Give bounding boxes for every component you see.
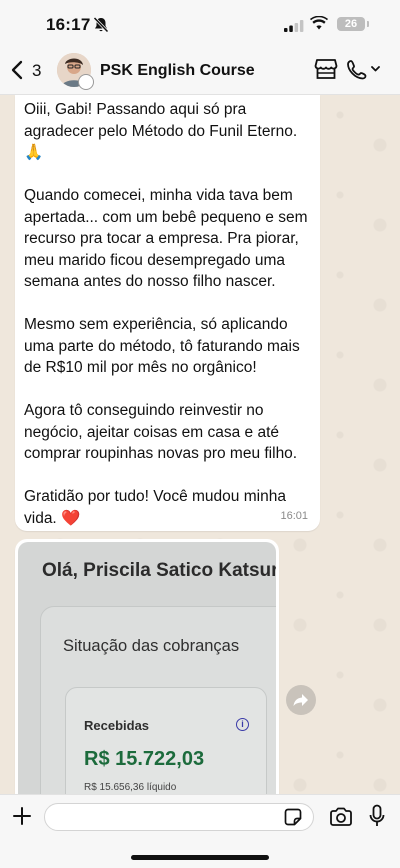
chat-area[interactable]: Oiii, Gabi! Passando aqui só pra agradec… — [0, 95, 400, 794]
info-icon: i — [236, 718, 249, 731]
sticker-icon[interactable] — [284, 808, 302, 831]
muted-bell-icon — [92, 16, 110, 39]
storefront-icon[interactable] — [314, 58, 338, 85]
signal-icon — [284, 19, 304, 37]
photo-received-box: Recebidas i R$ 15.722,03 R$ 15.656,36 lí… — [65, 687, 267, 794]
message-text: Oiii, Gabi! Passando aqui só pra agradec… — [24, 99, 316, 529]
wifi-icon — [310, 15, 328, 35]
battery-tip — [367, 21, 369, 27]
forward-icon — [293, 694, 308, 706]
camera-icon[interactable] — [329, 807, 353, 832]
plus-icon[interactable] — [12, 806, 32, 831]
message-paragraph: Oiii, Gabi! Passando aqui só pra agradec… — [24, 101, 298, 161]
chat-title[interactable]: PSK English Course — [100, 62, 255, 80]
status-time: 16:17 — [46, 15, 91, 34]
battery-icon: 26 — [337, 17, 365, 31]
photo-amount: R$ 15.722,03 — [84, 748, 205, 770]
message-paragraph-last: Gratidão por tudo! Você mudou minha vida… — [24, 486, 316, 529]
image-message[interactable]: Olá, Priscila Satico Katsura Situação da… — [15, 539, 279, 794]
phone-icon[interactable] — [346, 59, 380, 86]
message-paragraph: Agora tô conseguindo reinvestir no negóc… — [24, 402, 298, 462]
message-time: 16:01 — [280, 510, 308, 522]
back-unread-count[interactable]: 3 — [32, 61, 41, 81]
back-chevron-icon[interactable] — [10, 59, 24, 86]
photo-card: Situação das cobranças Recebidas i R$ 15… — [40, 606, 276, 794]
forward-button[interactable] — [286, 685, 316, 715]
microphone-icon[interactable] — [369, 804, 385, 833]
status-bar: 16:17 26 — [0, 0, 400, 46]
home-indicator — [131, 855, 269, 860]
photo-net-amount: R$ 15.656,36 líquido — [84, 782, 177, 793]
input-bar — [0, 794, 400, 868]
message-paragraph: Mesmo sem experiência, só aplicando uma … — [24, 316, 300, 376]
photo-card-title: Situação das cobranças — [63, 637, 240, 655]
photo-received-label: Recebidas — [84, 718, 150, 733]
photo-greeting: Olá, Priscila Satico Katsura — [42, 560, 276, 581]
screenshot-photo[interactable]: Olá, Priscila Satico Katsura Situação da… — [18, 542, 276, 794]
status-ring-icon — [78, 74, 94, 90]
message-input[interactable] — [44, 803, 314, 831]
message-bubble[interactable]: Oiii, Gabi! Passando aqui só pra agradec… — [15, 95, 320, 531]
message-paragraph: Quando comecei, minha vida tava bem aper… — [24, 187, 308, 290]
heart-emoji: ❤️ — [61, 509, 81, 527]
chat-header: 3 PSK English Course — [0, 46, 400, 95]
